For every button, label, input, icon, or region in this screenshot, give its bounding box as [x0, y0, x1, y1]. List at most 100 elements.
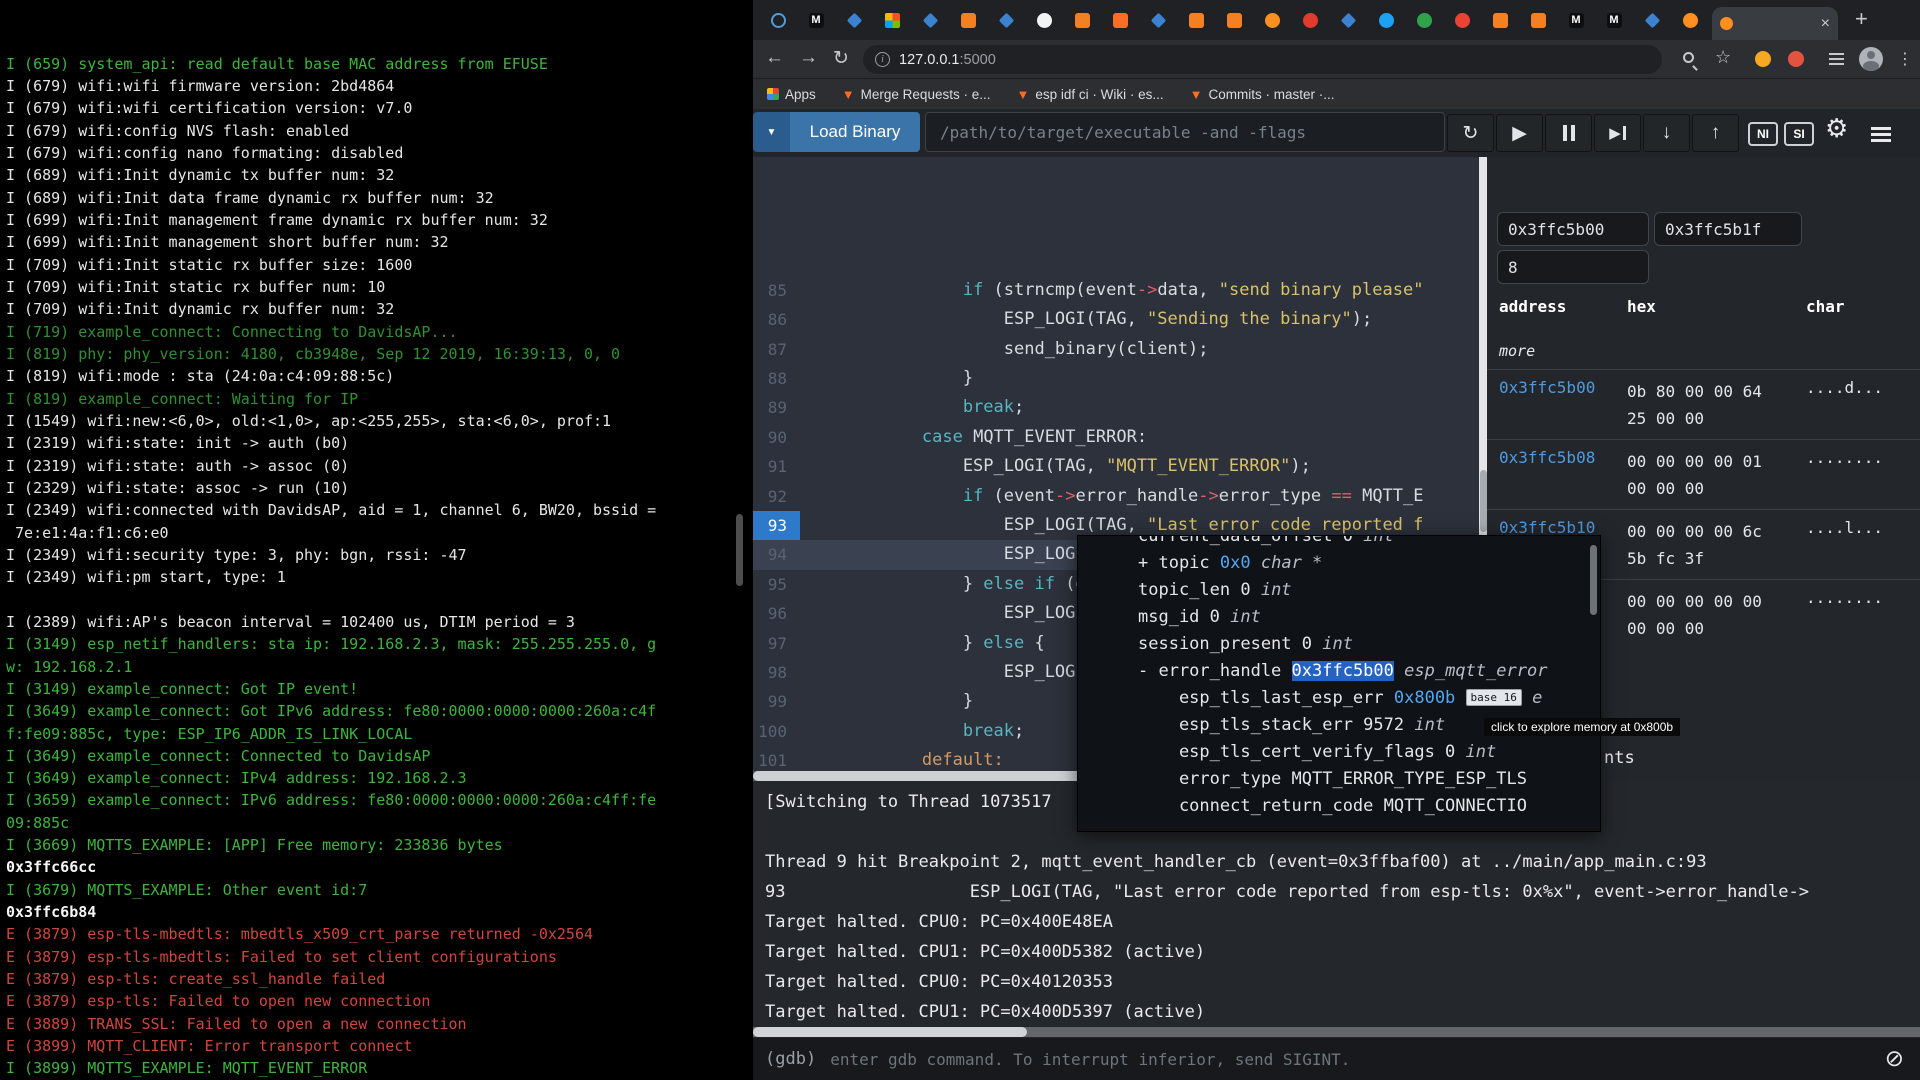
line-number[interactable]: 100: [753, 717, 800, 746]
line-number[interactable]: 89: [753, 393, 800, 422]
tab-favicon: M: [1607, 13, 1622, 28]
reload-icon[interactable]: ↻: [833, 47, 849, 70]
line-number[interactable]: 85: [753, 276, 800, 305]
line-number[interactable]: 97: [753, 629, 800, 658]
browser-tab[interactable]: [1633, 0, 1671, 40]
interrupt-icon[interactable]: ⊘: [1885, 1046, 1904, 1072]
popup-value-link[interactable]: 0x3ffc5b00: [1292, 661, 1394, 681]
memory-more-link[interactable]: more: [1499, 342, 1535, 360]
line-number[interactable]: 95: [753, 570, 800, 599]
browser-tab[interactable]: [1405, 0, 1443, 40]
browser-tab[interactable]: M: [1595, 0, 1633, 40]
step-instruction-button[interactable]: SI: [1784, 122, 1814, 146]
reading-list-icon[interactable]: [1829, 53, 1844, 55]
bookmark-item[interactable]: Apps: [767, 87, 816, 102]
browser-tab[interactable]: [1215, 0, 1253, 40]
line-number[interactable]: 94: [753, 540, 800, 569]
up-icon: ↑: [1711, 122, 1721, 144]
code-vertical-scrollbar-thumb[interactable]: [1480, 470, 1487, 532]
browser-menu-icon[interactable]: ⋮: [1897, 49, 1913, 69]
popup-value-link[interactable]: 0x0: [1220, 553, 1251, 573]
memory-address-link[interactable]: 0x3ffc5b00: [1499, 378, 1595, 397]
browser-tab[interactable]: [1481, 0, 1519, 40]
popup-value-link[interactable]: 0x800b: [1394, 688, 1455, 708]
site-info-icon[interactable]: i: [875, 52, 890, 67]
browser-tab[interactable]: [1443, 0, 1481, 40]
line-number[interactable]: 98: [753, 658, 800, 687]
up-button[interactable]: ↑: [1692, 114, 1739, 152]
settings-gear-icon[interactable]: ⚙: [1825, 114, 1848, 144]
tab-favicon: M: [1569, 13, 1584, 28]
line-number[interactable]: 88: [753, 364, 800, 393]
memory-explore-tooltip: click to explore memory at 0x800b: [1484, 718, 1680, 736]
line-number[interactable]: 87: [753, 335, 800, 364]
bookmark-item[interactable]: ▼Commits · master ·...: [1190, 87, 1335, 102]
memory-address-link[interactable]: 0x3ffc5b08: [1499, 448, 1595, 467]
popup-scrollbar[interactable]: [1590, 545, 1597, 615]
next-button[interactable]: ▶: [1594, 114, 1641, 152]
bookmark-item[interactable]: ▼Merge Requests · e...: [842, 87, 991, 102]
line-number[interactable]: 92: [753, 482, 800, 511]
line-number[interactable]: 86: [753, 305, 800, 334]
new-tab-button[interactable]: +: [1855, 6, 1868, 32]
popup-expandable-field[interactable]: + topic 0x0 char *: [1138, 550, 1600, 577]
forward-icon[interactable]: →: [799, 47, 818, 69]
profile-avatar[interactable]: [1859, 47, 1883, 71]
step-button[interactable]: ↓: [1643, 114, 1690, 152]
tab-favicon: [922, 12, 938, 28]
terminal-pane[interactable]: I (659) system_api: read default base MA…: [0, 0, 745, 1080]
browser-tab[interactable]: [759, 0, 797, 40]
browser-tab[interactable]: [1025, 0, 1063, 40]
browser-tab[interactable]: [1329, 0, 1367, 40]
line-number[interactable]: 93: [753, 511, 800, 540]
browser-tab[interactable]: [1253, 0, 1291, 40]
line-number[interactable]: 91: [753, 452, 800, 481]
popup-expandable-field[interactable]: - error_handle 0x3ffc5b00 esp_mqtt_error: [1138, 658, 1600, 685]
browser-tab[interactable]: [1291, 0, 1329, 40]
menu-icon[interactable]: [1871, 127, 1891, 130]
extension-icon[interactable]: [1755, 51, 1771, 67]
back-icon[interactable]: ←: [765, 47, 784, 69]
browser-tab[interactable]: [1519, 0, 1557, 40]
pause-button[interactable]: [1545, 114, 1592, 152]
terminal-line: I (2389) wifi:AP's beacon interval = 102…: [6, 611, 743, 633]
load-binary-dropdown[interactable]: ▼: [753, 112, 790, 152]
binary-path-input[interactable]: [925, 112, 1445, 152]
memory-bytes-per-line-input[interactable]: [1497, 250, 1649, 284]
load-binary-button[interactable]: Load Binary: [790, 112, 920, 152]
terminal-scrollbar[interactable]: [736, 514, 743, 586]
extension-icon[interactable]: [1788, 51, 1804, 67]
memory-end-address-input[interactable]: [1654, 212, 1802, 246]
browser-tab[interactable]: [911, 0, 949, 40]
browser-tab[interactable]: [1063, 0, 1101, 40]
browser-tab[interactable]: [873, 0, 911, 40]
memory-start-address-input[interactable]: [1497, 212, 1649, 246]
code-line: 88 }: [753, 364, 1487, 393]
browser-tab[interactable]: M: [797, 0, 835, 40]
browser-tab[interactable]: [1101, 0, 1139, 40]
address-bar[interactable]: i 127.0.0.1:5000: [863, 45, 1662, 74]
console-scrollbar-thumb[interactable]: [753, 1027, 1027, 1037]
browser-tab[interactable]: M: [1557, 0, 1595, 40]
browser-tab[interactable]: [987, 0, 1025, 40]
refresh-button[interactable]: ↻: [1447, 114, 1494, 152]
terminal-line: I (3659) example_connect: IPv6 address: …: [6, 789, 743, 811]
next-instruction-button[interactable]: NI: [1748, 122, 1778, 146]
browser-tab[interactable]: [1139, 0, 1177, 40]
browser-tab[interactable]: [1671, 0, 1709, 40]
continue-button[interactable]: ▶: [1496, 114, 1543, 152]
zoom-icon[interactable]: [1683, 52, 1694, 63]
browser-tab[interactable]: [835, 0, 873, 40]
line-number[interactable]: 96: [753, 599, 800, 628]
bookmark-item[interactable]: ▼esp idf ci · Wiki · es...: [1016, 87, 1163, 102]
line-number[interactable]: 90: [753, 423, 800, 452]
active-tab[interactable]: ×: [1712, 7, 1838, 40]
tab-favicon: [885, 13, 900, 28]
line-number[interactable]: 99: [753, 687, 800, 716]
browser-tab[interactable]: [1177, 0, 1215, 40]
tab-close-icon[interactable]: ×: [1821, 16, 1830, 32]
browser-tab[interactable]: [949, 0, 987, 40]
browser-tab[interactable]: [1367, 0, 1405, 40]
bookmark-star-icon[interactable]: ☆: [1715, 47, 1731, 68]
gdb-command-input[interactable]: [830, 1050, 1885, 1069]
